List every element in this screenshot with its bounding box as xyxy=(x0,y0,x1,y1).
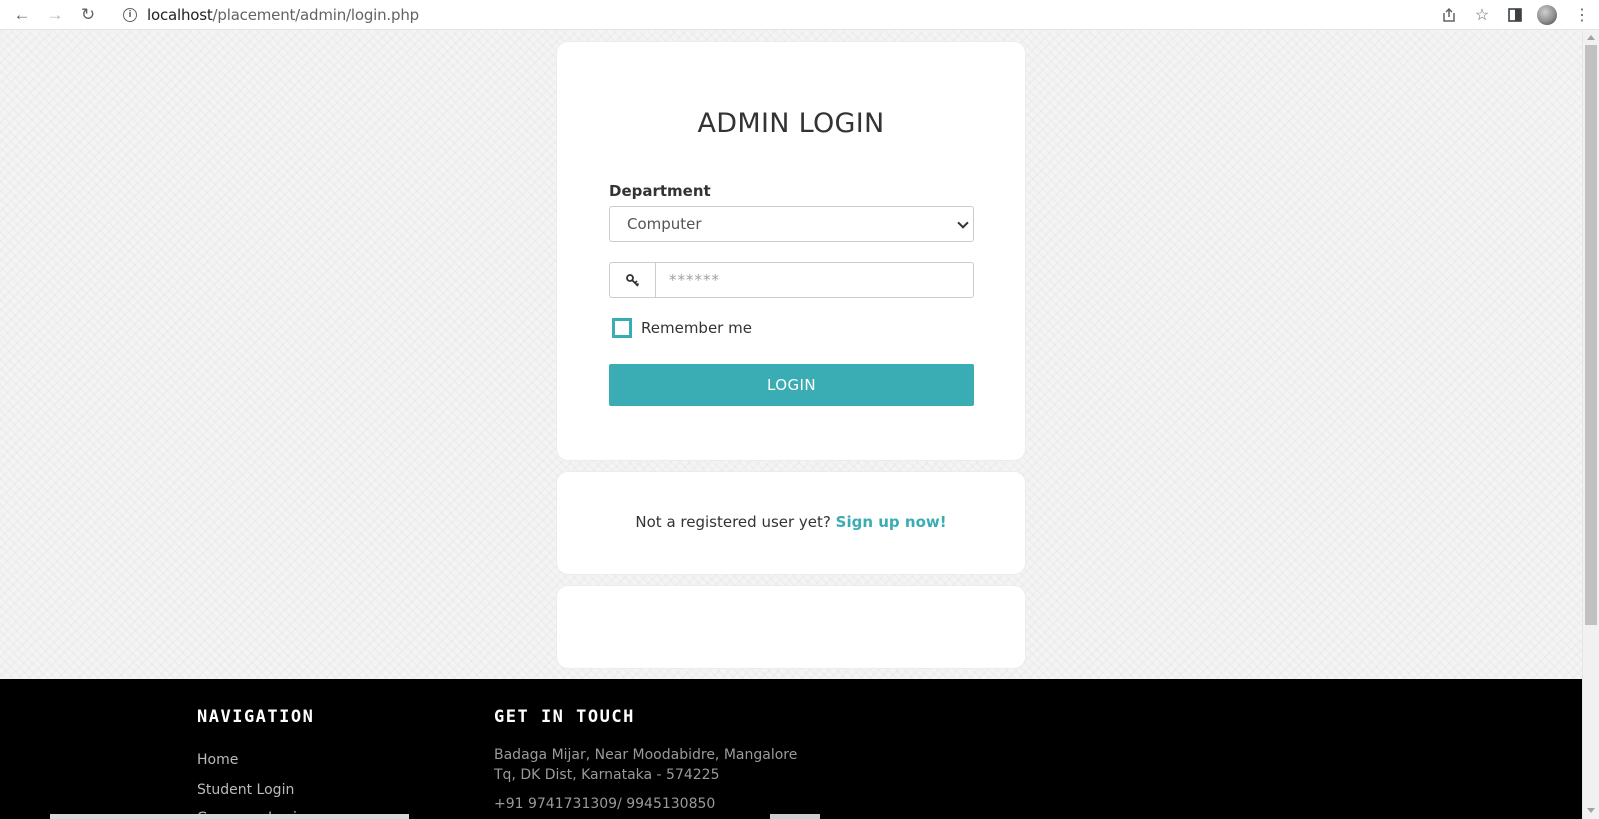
footer-link-student-login[interactable]: Student Login xyxy=(197,782,294,798)
toolbar-actions: ☆ ⋮ xyxy=(1438,0,1599,30)
remember-checkbox[interactable] xyxy=(612,318,632,338)
footer-address-line2: Tq, DK Dist, Karnataka - 574225 xyxy=(494,767,720,783)
scroll-up-icon[interactable] xyxy=(1587,35,1595,40)
share-icon[interactable] xyxy=(1438,4,1460,26)
horizontal-scroll-thumb xyxy=(770,814,820,819)
reload-icon[interactable]: ↻ xyxy=(77,4,99,26)
back-icon[interactable]: ← xyxy=(11,4,33,26)
profile-avatar[interactable] xyxy=(1537,5,1557,25)
url-text: localhost/placement/admin/login.php xyxy=(147,6,419,24)
url-path: /placement/admin/login.php xyxy=(212,5,420,24)
password-group: ****** xyxy=(609,262,974,298)
browser-toolbar: ← → ↻ i localhost/placement/admin/login.… xyxy=(0,0,1599,30)
remember-label: Remember me xyxy=(641,319,752,337)
page-title: ADMIN LOGIN xyxy=(697,108,885,139)
chevron-down-icon xyxy=(957,217,969,229)
footer: NAVIGATION Home Student Login Company Lo… xyxy=(0,679,1582,819)
login-card: ADMIN LOGIN Department Computer ****** R… xyxy=(556,41,1026,461)
page-scrollbar[interactable] xyxy=(1582,31,1599,819)
footer-phone: +91 9741731309/ 9945130850 xyxy=(494,796,716,812)
empty-card xyxy=(556,585,1026,669)
footer-link-home[interactable]: Home xyxy=(197,752,238,768)
signup-card: Not a registered user yet? Sign up now! xyxy=(556,471,1026,575)
footer-nav-heading: NAVIGATION xyxy=(197,707,315,727)
forward-icon[interactable]: → xyxy=(44,4,66,26)
kebab-menu-icon[interactable]: ⋮ xyxy=(1571,4,1593,26)
login-button[interactable]: LOGIN xyxy=(609,364,974,406)
address-bar[interactable]: i localhost/placement/admin/login.php xyxy=(113,2,1379,27)
status-bubble xyxy=(50,814,409,819)
signup-line: Not a registered user yet? Sign up now! xyxy=(557,513,1025,531)
department-select[interactable]: Computer xyxy=(609,206,974,242)
signup-prompt: Not a registered user yet? xyxy=(635,513,831,531)
footer-contact-heading: GET IN TOUCH xyxy=(494,707,635,727)
key-icon xyxy=(609,262,655,298)
remember-me[interactable]: Remember me xyxy=(612,318,752,338)
scroll-down-icon[interactable] xyxy=(1587,808,1595,813)
department-label: Department xyxy=(609,182,711,200)
footer-address-line1: Badaga Mijar, Near Moodabidre, Mangalore xyxy=(494,747,798,763)
department-value: Computer xyxy=(627,215,702,233)
scroll-thumb[interactable] xyxy=(1585,45,1597,625)
info-icon[interactable]: i xyxy=(123,7,137,22)
side-panel-icon[interactable] xyxy=(1504,4,1526,26)
star-icon[interactable]: ☆ xyxy=(1471,4,1493,26)
url-host: localhost xyxy=(147,5,213,24)
password-input[interactable]: ****** xyxy=(655,262,974,298)
signup-link[interactable]: Sign up now! xyxy=(836,513,947,531)
